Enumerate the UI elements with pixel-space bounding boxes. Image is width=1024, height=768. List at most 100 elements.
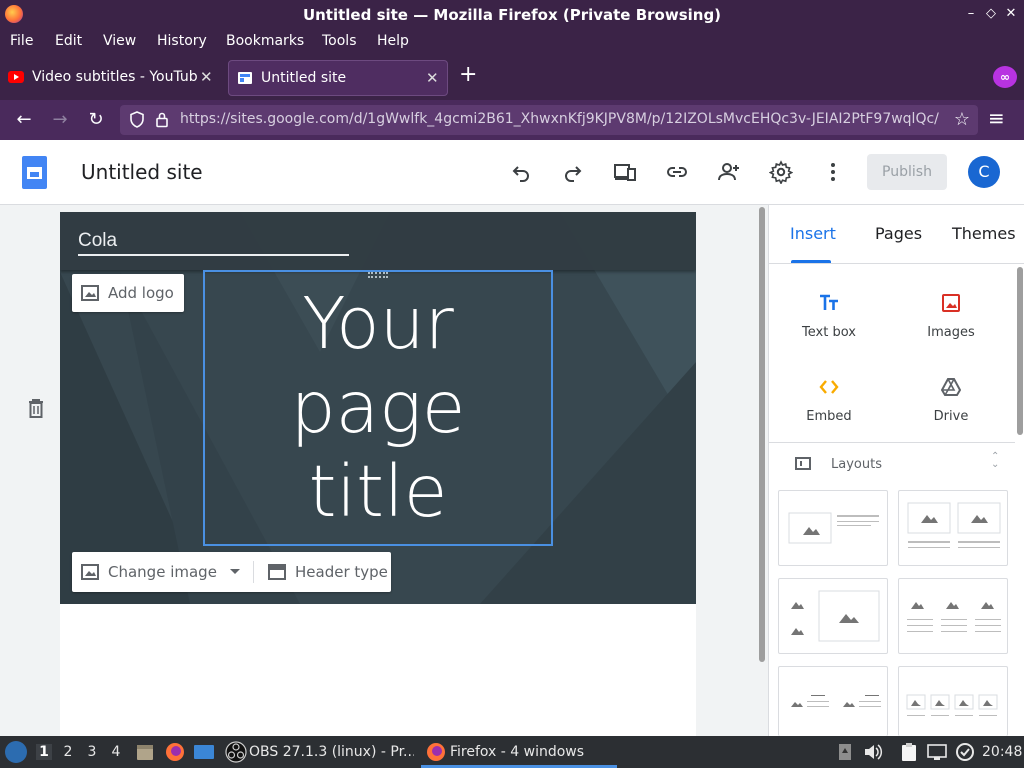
layout-thumbnail (791, 590, 880, 642)
back-button[interactable]: ← (12, 108, 36, 132)
tab-pages[interactable]: Pages (875, 224, 922, 243)
reload-button[interactable]: ↻ (84, 108, 108, 132)
page-title-line: page (290, 366, 466, 449)
workspace-3[interactable]: 3 (84, 744, 100, 760)
page-canvas: Cola Add logo Your page title Change ima… (60, 212, 696, 736)
redo-icon[interactable] (561, 160, 585, 184)
site-title[interactable]: Untitled site (81, 160, 203, 184)
menu-file[interactable]: File (10, 33, 33, 49)
close-tab-icon[interactable]: ✕ (200, 68, 213, 86)
tab-untitled-site[interactable]: Untitled site ✕ (228, 60, 448, 96)
new-tab-button[interactable]: + (459, 62, 477, 88)
google-sites-logo[interactable] (22, 156, 47, 189)
menu-history[interactable]: History (157, 33, 207, 49)
url-text[interactable]: https://sites.google.com/d/1gWwlfk_4gcmi… (180, 111, 942, 127)
workspace-1[interactable]: 1 (36, 744, 52, 760)
close-tab-icon[interactable]: ✕ (426, 69, 439, 87)
tab-youtube[interactable]: Video subtitles - YouTube ✕ (0, 60, 222, 96)
url-bar[interactable]: https://sites.google.com/d/1gWwlfk_4gcmi… (120, 105, 978, 135)
scrollbar-thumb[interactable] (759, 207, 765, 662)
layout-option[interactable] (778, 578, 888, 654)
dropdown-arrow-icon[interactable] (230, 569, 240, 574)
editor-header: Untitled site Publish C (0, 140, 1024, 205)
clock: 20:48 (982, 744, 1023, 760)
tab-label: Untitled site (261, 70, 347, 86)
layout-thumbnail (907, 502, 1001, 548)
add-logo-button[interactable]: Add logo (72, 274, 184, 312)
image-icon (81, 285, 99, 301)
site-name-underline (78, 254, 349, 256)
menu-bookmarks[interactable]: Bookmarks (226, 33, 304, 49)
panel-scrollbar[interactable] (1015, 265, 1024, 736)
menu-view[interactable]: View (103, 33, 136, 49)
workspace-4[interactable]: 4 (108, 744, 124, 760)
tab-insert[interactable]: Insert (790, 224, 836, 243)
clipboard-icon[interactable] (898, 741, 920, 763)
undo-icon[interactable] (509, 160, 533, 184)
image-icon (81, 564, 99, 580)
drive-icon (941, 378, 961, 396)
preview-devices-icon[interactable] (613, 160, 637, 184)
site-navigation-bar: Cola (60, 212, 696, 270)
workspace-2[interactable]: 2 (60, 744, 76, 760)
bookmark-star-icon[interactable]: ☆ (954, 109, 970, 130)
page-header-section[interactable]: Cola Add logo Your page title Change ima… (60, 212, 696, 604)
layout-option[interactable] (898, 578, 1008, 654)
minimize-button[interactable]: – (962, 4, 980, 24)
layout-option[interactable] (898, 666, 1008, 736)
text-box-icon (820, 294, 838, 310)
delete-section-icon[interactable] (27, 398, 45, 418)
header-type-icon (268, 564, 286, 580)
taskbar-task-obs[interactable]: OBS 27.1.3 (linux) - Pr... (249, 744, 414, 760)
desktop-icon[interactable] (193, 741, 215, 763)
layouts-icon (795, 457, 811, 470)
share-icon[interactable] (717, 160, 741, 184)
tracking-protection-icon[interactable] (130, 111, 144, 128)
maximize-button[interactable]: ◇ (982, 4, 1000, 24)
forward-button[interactable]: → (48, 108, 72, 132)
layout-option[interactable] (898, 490, 1008, 566)
desktop-taskbar: 1 2 3 4 OBS 27.1.3 (linux) - Pr... Firef… (0, 736, 1024, 768)
page-title[interactable]: Your page title (205, 282, 551, 534)
network-icon[interactable] (926, 741, 948, 763)
collapse-chevron-icon[interactable]: ⌃ ⌄ (991, 452, 999, 470)
volume-icon[interactable] (862, 741, 884, 763)
taskbar-task-firefox[interactable]: Firefox - 4 windows (450, 744, 615, 760)
file-manager-icon[interactable] (134, 741, 156, 763)
change-image-button[interactable]: Change image (108, 563, 217, 581)
insert-label: Embed (806, 409, 852, 424)
canvas-scrollbar[interactable] (756, 205, 768, 736)
settings-icon[interactable] (769, 160, 793, 184)
start-menu-icon[interactable] (5, 741, 27, 763)
app-menu-button[interactable]: ≡ (988, 106, 1005, 130)
account-avatar[interactable]: C (968, 156, 1000, 188)
google-sites-icon (238, 72, 252, 84)
menu-help[interactable]: Help (377, 33, 409, 49)
header-type-button[interactable]: Header type (295, 563, 388, 581)
close-window-button[interactable]: ✕ (1002, 4, 1020, 24)
tab-label: Video subtitles - YouTube (32, 69, 197, 85)
storage-icon[interactable] (834, 741, 856, 763)
menu-edit[interactable]: Edit (55, 33, 82, 49)
layouts-label: Layouts (831, 457, 882, 472)
drag-handle[interactable] (368, 272, 388, 278)
more-vert-icon[interactable] (821, 160, 845, 184)
site-name-field[interactable]: Cola (78, 230, 117, 252)
layout-option[interactable] (778, 666, 888, 736)
header-image-toolbar: Change image Header type (72, 552, 391, 592)
update-icon[interactable] (954, 741, 976, 763)
navigation-bar: ← → ↻ https://sites.google.com/d/1gWwlfk… (0, 100, 1024, 140)
lock-icon[interactable] (155, 111, 169, 128)
layout-option[interactable] (778, 490, 888, 566)
scrollbar-thumb[interactable] (1017, 267, 1023, 435)
sites-editor: Untitled site Publish C Cola Add logo Yo… (0, 140, 1024, 736)
publish-button[interactable]: Publish (867, 154, 947, 190)
link-icon[interactable] (665, 160, 689, 184)
firefox-launcher-icon[interactable] (164, 741, 186, 763)
obs-icon[interactable] (225, 741, 247, 763)
right-side-panel: Insert Pages Themes Text box Images Embe… (768, 205, 1024, 736)
images-icon (942, 294, 960, 312)
menu-tools[interactable]: Tools (322, 33, 357, 49)
tab-themes[interactable]: Themes (952, 224, 1016, 243)
layouts-section-header[interactable]: Layouts ⌃ ⌄ (769, 451, 1015, 481)
